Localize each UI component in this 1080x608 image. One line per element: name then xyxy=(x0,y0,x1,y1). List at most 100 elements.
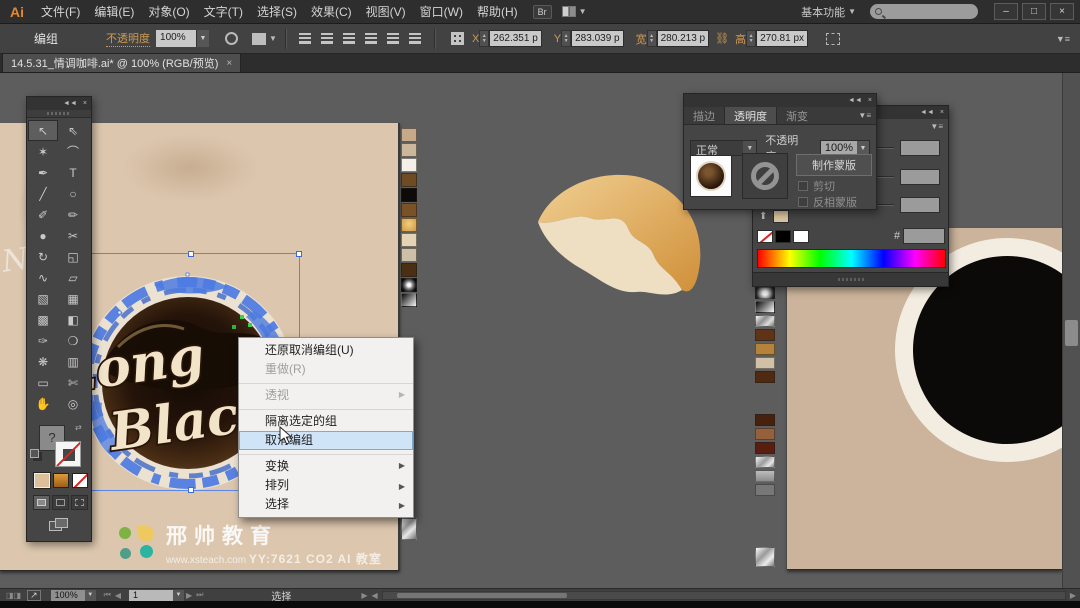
mask-thumbnail[interactable] xyxy=(742,153,788,199)
color-swatch[interactable] xyxy=(755,301,775,313)
default-fill-stroke-icon[interactable] xyxy=(30,449,39,458)
width-label[interactable]: 宽 xyxy=(636,31,647,47)
gradient-tool[interactable]: ◧ xyxy=(58,309,88,330)
chevron-down-icon[interactable]: ▼ xyxy=(269,34,277,43)
color-swatch[interactable] xyxy=(755,442,775,454)
width-field[interactable]: 280.213 p xyxy=(656,30,710,47)
first-artboard-icon[interactable]: ⏮ xyxy=(104,590,111,600)
color-swatch[interactable] xyxy=(401,293,417,307)
panel-menu-icon[interactable]: ▼≡ xyxy=(858,111,871,120)
selection-handle[interactable] xyxy=(296,251,302,257)
constrain-proportions-icon[interactable]: ⛓ xyxy=(715,32,729,45)
prev-artboard-icon[interactable]: ◀ xyxy=(115,591,121,600)
minimize-button[interactable]: – xyxy=(994,3,1018,20)
mesh-tool[interactable]: ▩ xyxy=(28,309,58,330)
chevron-down-icon[interactable]: ▼ xyxy=(196,30,210,47)
panel-drag-handle[interactable] xyxy=(27,110,91,118)
workspace-switcher[interactable]: 基本功能 xyxy=(801,4,845,20)
selection-tool[interactable]: ↖ xyxy=(28,120,58,141)
direct-selection-tool[interactable]: ⇖ xyxy=(58,120,88,141)
recolor-artwork-icon[interactable] xyxy=(225,32,239,45)
style-picker-icon[interactable] xyxy=(252,32,267,45)
arrange-documents-icon[interactable] xyxy=(561,6,576,17)
color-swatch[interactable] xyxy=(401,233,417,247)
status-popup-arrow-icon[interactable]: ▶ xyxy=(361,591,367,600)
color-swatch[interactable] xyxy=(401,173,417,187)
align-middle-icon[interactable] xyxy=(386,33,399,44)
color-swatch[interactable] xyxy=(401,518,417,540)
align-left-icon[interactable] xyxy=(298,33,311,44)
collapse-panel-icon[interactable]: ◄◄ xyxy=(920,109,934,116)
black-swatch[interactable] xyxy=(775,230,791,243)
selection-handle[interactable] xyxy=(188,251,194,257)
color-swatch[interactable] xyxy=(401,263,417,277)
align-right-icon[interactable] xyxy=(342,33,355,44)
scrollbar-thumb[interactable] xyxy=(396,592,567,598)
x-field[interactable]: 262.351 p xyxy=(489,30,542,47)
none-mode-button[interactable] xyxy=(72,473,88,488)
y-field[interactable]: 283.039 p xyxy=(571,30,624,47)
panel-tab[interactable]: 透明度 xyxy=(724,107,777,124)
collapse-panel-icon[interactable]: ◄◄ xyxy=(63,100,77,107)
color-swatch[interactable] xyxy=(755,287,775,299)
panel-tab[interactable]: 描边 xyxy=(684,107,724,124)
context-menu-item[interactable]: 取消编组 xyxy=(239,431,413,450)
type-tool[interactable]: T xyxy=(58,162,88,183)
menu-item[interactable]: 窗口(W) xyxy=(420,3,463,20)
scrollbar-thumb[interactable] xyxy=(1065,320,1078,346)
line-tool[interactable]: ╱ xyxy=(28,183,58,204)
close-button[interactable]: × xyxy=(1050,3,1074,20)
scale-tool[interactable]: ◱ xyxy=(58,246,88,267)
color-swatch[interactable] xyxy=(401,128,417,142)
screen-mode-button[interactable] xyxy=(49,518,69,533)
width-tool[interactable]: ∿ xyxy=(28,267,58,288)
lasso-tool[interactable]: ⌒ xyxy=(58,141,88,162)
hand-tool[interactable]: ✋ xyxy=(28,393,58,414)
height-field[interactable]: 270.81 px xyxy=(756,30,809,47)
draw-inside-button[interactable] xyxy=(71,495,88,510)
color-swatch[interactable] xyxy=(401,248,417,262)
menu-item[interactable]: 效果(C) xyxy=(311,3,352,20)
y-stepper[interactable]: ▲ ▼ xyxy=(561,30,572,47)
align-top-icon[interactable] xyxy=(364,33,377,44)
hex-field[interactable] xyxy=(903,228,945,244)
panel-menu-icon[interactable]: ▼≡ xyxy=(930,122,948,131)
maximize-button[interactable]: □ xyxy=(1022,3,1046,20)
color-swatch[interactable] xyxy=(755,484,775,496)
hscroll-right-icon[interactable]: ▶ xyxy=(1070,591,1076,600)
hscroll-left-icon[interactable]: ◀ xyxy=(372,591,378,600)
tab-close-icon[interactable]: × xyxy=(226,58,232,69)
color-swatch[interactable] xyxy=(755,315,775,327)
swap-fill-stroke-icon[interactable]: ⇄ xyxy=(75,423,82,432)
align-bottom-icon[interactable] xyxy=(408,33,421,44)
zoom-level-combo[interactable]: 100% ▼ xyxy=(50,589,96,601)
menu-item[interactable]: 文件(F) xyxy=(41,3,80,20)
close-panel-icon[interactable]: × xyxy=(83,100,87,107)
symbol-sprayer-tool[interactable]: ❋ xyxy=(28,351,58,372)
gradient-mode-button[interactable] xyxy=(53,473,69,488)
color-swatch[interactable] xyxy=(401,143,417,157)
color-slider-value[interactable] xyxy=(900,140,940,156)
menu-item[interactable]: 编辑(E) xyxy=(94,3,134,20)
collapse-panel-icon[interactable]: ◄◄ xyxy=(848,97,862,104)
context-menu-item[interactable]: 变换 ▶ xyxy=(239,454,413,476)
context-menu-item[interactable]: 还原取消编组(U) xyxy=(239,341,413,360)
color-slider-value[interactable] xyxy=(900,169,940,185)
current-fill-swatch[interactable] xyxy=(773,210,789,223)
make-mask-button[interactable]: 制作蒙版 xyxy=(796,154,872,176)
none-swatch[interactable] xyxy=(757,230,773,243)
color-swatch[interactable] xyxy=(401,188,417,202)
context-menu-item[interactable]: 排列 ▶ xyxy=(239,476,413,495)
panel-options-icon[interactable]: ▼≡ xyxy=(1056,34,1070,44)
color-swatch[interactable] xyxy=(755,428,775,440)
draw-normal-button[interactable] xyxy=(33,495,50,510)
color-swatch[interactable] xyxy=(755,343,775,355)
canvas-area[interactable]: N 邢帅教育 www.xsteach.com YY:7621 CO2 AI 教室 xyxy=(0,73,1080,588)
color-swatch[interactable] xyxy=(755,371,775,383)
pen-tool[interactable]: ✒ xyxy=(28,162,58,183)
color-mode-button[interactable] xyxy=(34,473,50,488)
y-label[interactable]: Y xyxy=(554,33,561,45)
transform-reference-icon[interactable] xyxy=(450,32,464,45)
bridge-button[interactable]: Br xyxy=(532,4,552,19)
magic-wand-tool[interactable]: ✶ xyxy=(28,141,58,162)
